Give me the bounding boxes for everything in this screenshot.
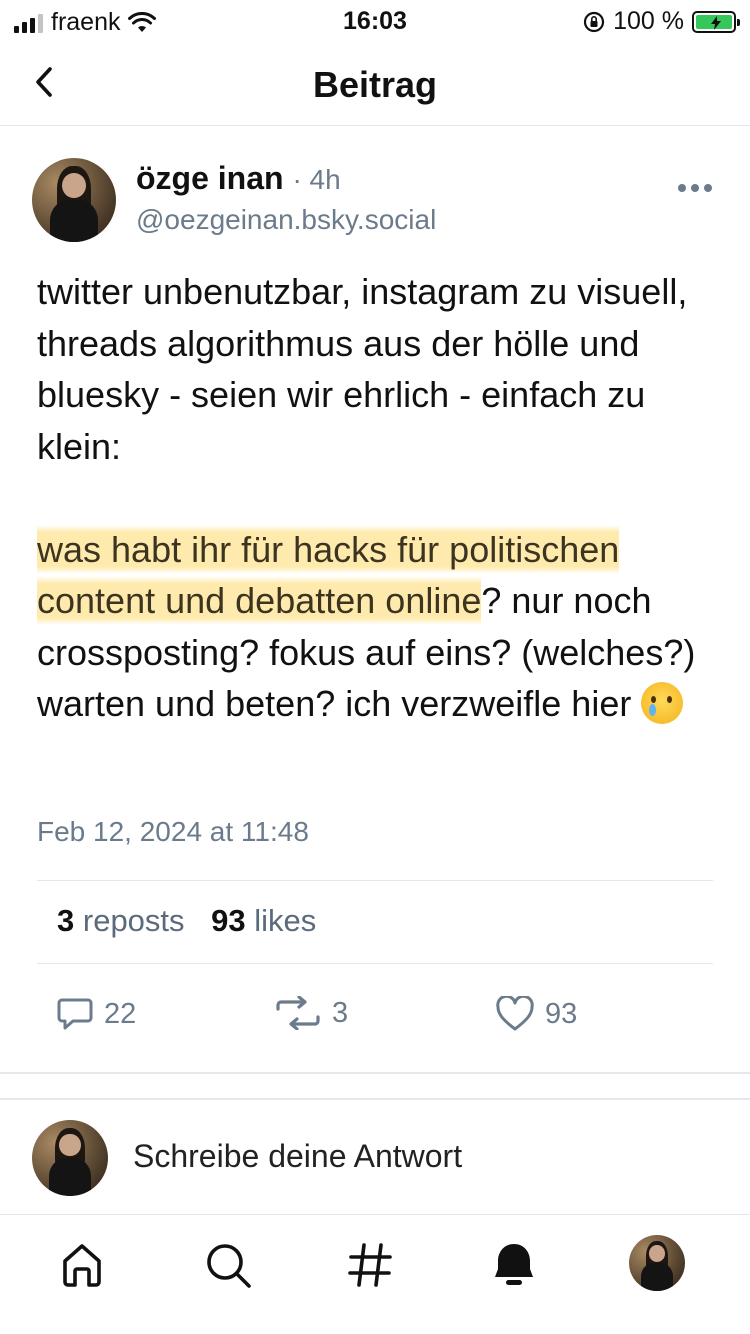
hashtag-icon <box>348 1243 392 1287</box>
own-avatar <box>32 1120 108 1196</box>
post-date: Feb 12, 2024 at 11:48 <box>37 816 309 847</box>
likes-label[interactable]: likes <box>254 903 316 938</box>
post-text-paragraph: was habt ihr für hacks für politischen c… <box>37 524 727 730</box>
tab-feeds[interactable] <box>342 1237 398 1293</box>
likes-count[interactable]: 93 <box>211 903 245 938</box>
reposts-count[interactable]: 3 <box>57 903 74 938</box>
status-right: 100 % <box>583 7 740 36</box>
post-text-paragraph: twitter unbenutzbar, instagram zu visuel… <box>37 271 688 467</box>
battery-icon <box>692 10 740 33</box>
battery-level <box>696 14 732 30</box>
reply-composer[interactable]: Schreibe deine Antwort <box>0 974 750 1214</box>
tab-home[interactable] <box>54 1237 110 1293</box>
author-handle[interactable]: @oezgeinan.bsky.social <box>136 204 436 236</box>
reply-input-placeholder[interactable]: Schreibe deine Antwort <box>133 1138 462 1175</box>
rotation-lock-icon <box>584 11 605 32</box>
dot-icon <box>704 184 712 192</box>
tab-bar <box>0 1214 750 1334</box>
crying-face-emoji <box>641 682 684 724</box>
search-icon <box>207 1244 251 1288</box>
battery-percent: 100 % <box>613 7 684 35</box>
author-line: özge inan · 4h <box>136 160 341 197</box>
tab-search[interactable] <box>200 1237 256 1293</box>
dot-icon <box>678 184 686 192</box>
engagement-counts: 3 reposts 93 likes <box>37 880 713 964</box>
author-avatar[interactable] <box>32 158 116 242</box>
tab-profile-avatar[interactable] <box>629 1235 685 1291</box>
notifications-bell-icon <box>495 1244 533 1285</box>
home-icon <box>63 1244 101 1287</box>
post-text: twitter unbenutzbar, instagram zu visuel… <box>37 266 727 730</box>
nav-header: Beitrag <box>0 44 750 126</box>
tab-notifications[interactable] <box>486 1237 542 1293</box>
author-name[interactable]: özge inan <box>136 160 284 196</box>
page-title: Beitrag <box>312 64 438 105</box>
post-age: · 4h <box>292 164 341 195</box>
more-options-button[interactable] <box>678 184 712 192</box>
dot-icon <box>691 184 699 192</box>
status-bar: fraenk 16:03 100 % <box>0 0 750 44</box>
reposts-label[interactable]: reposts <box>83 903 185 938</box>
